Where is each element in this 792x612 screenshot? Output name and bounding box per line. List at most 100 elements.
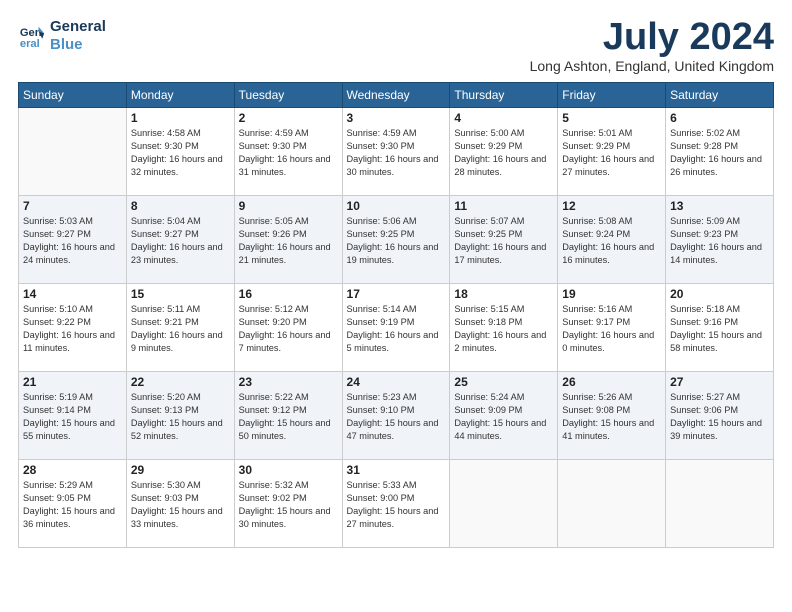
location: Long Ashton, England, United Kingdom xyxy=(530,58,774,74)
calendar-week-2: 7 Sunrise: 5:03 AMSunset: 9:27 PMDaylight… xyxy=(19,196,774,284)
calendar-cell: 17 Sunrise: 5:14 AMSunset: 9:19 PMDayligh… xyxy=(342,284,450,372)
calendar-cell: 2 Sunrise: 4:59 AMSunset: 9:30 PMDaylight… xyxy=(234,108,342,196)
calendar-cell xyxy=(666,460,774,548)
day-info: Sunrise: 5:05 AMSunset: 9:26 PMDaylight:… xyxy=(239,215,338,267)
calendar-cell: 20Sunrise: 5:18 AMSunset: 9:16 PMDayligh… xyxy=(666,284,774,372)
calendar-cell xyxy=(19,108,127,196)
calendar-week-5: 28 Sunrise: 5:29 AMSunset: 9:05 PMDayligh… xyxy=(19,460,774,548)
day-info: Sunrise: 5:16 AMSunset: 9:17 PMDaylight:… xyxy=(562,303,661,355)
day-info: Sunrise: 5:06 AMSunset: 9:25 PMDaylight:… xyxy=(347,215,446,267)
logo-text: General Blue xyxy=(50,18,106,54)
logo-icon: Gen eral xyxy=(18,22,46,50)
col-monday: Monday xyxy=(126,83,234,108)
day-info: Sunrise: 5:15 AMSunset: 9:18 PMDaylight:… xyxy=(454,303,553,355)
day-number: 28 xyxy=(23,463,122,477)
day-info: Sunrise: 5:10 AMSunset: 9:22 PMDaylight:… xyxy=(23,303,122,355)
day-info: Sunrise: 4:59 AMSunset: 9:30 PMDaylight:… xyxy=(347,127,446,179)
month-title: July 2024 xyxy=(530,18,774,56)
day-number: 14 xyxy=(23,287,122,301)
day-number: 10 xyxy=(347,199,446,213)
day-number: 17 xyxy=(347,287,446,301)
calendar-cell: 21 Sunrise: 5:19 AMSunset: 9:14 PMDayligh… xyxy=(19,372,127,460)
day-info: Sunrise: 5:07 AMSunset: 9:25 PMDaylight:… xyxy=(454,215,553,267)
day-info: Sunrise: 5:03 AMSunset: 9:27 PMDaylight:… xyxy=(23,215,122,267)
calendar-cell xyxy=(450,460,558,548)
day-number: 9 xyxy=(239,199,338,213)
day-info: Sunrise: 5:11 AMSunset: 9:21 PMDaylight:… xyxy=(131,303,230,355)
day-number: 22 xyxy=(131,375,230,389)
svg-text:Gen: Gen xyxy=(20,27,42,39)
calendar-week-3: 14 Sunrise: 5:10 AMSunset: 9:22 PMDayligh… xyxy=(19,284,774,372)
logo: Gen eral General Blue xyxy=(18,18,106,54)
calendar-page: Gen eral General Blue July 2024 Long Ash… xyxy=(0,0,792,558)
day-info: Sunrise: 5:00 AMSunset: 9:29 PMDaylight:… xyxy=(454,127,553,179)
day-info: Sunrise: 5:26 AMSunset: 9:08 PMDaylight:… xyxy=(562,391,661,443)
calendar-cell: 9 Sunrise: 5:05 AMSunset: 9:26 PMDaylight… xyxy=(234,196,342,284)
day-info: Sunrise: 5:22 AMSunset: 9:12 PMDaylight:… xyxy=(239,391,338,443)
svg-text:eral: eral xyxy=(20,38,40,50)
calendar-cell xyxy=(558,460,666,548)
col-tuesday: Tuesday xyxy=(234,83,342,108)
calendar-cell: 27 Sunrise: 5:27 AMSunset: 9:06 PMDayligh… xyxy=(666,372,774,460)
calendar-cell: 16 Sunrise: 5:12 AMSunset: 9:20 PMDayligh… xyxy=(234,284,342,372)
calendar-cell: 4 Sunrise: 5:00 AMSunset: 9:29 PMDaylight… xyxy=(450,108,558,196)
calendar-cell: 10 Sunrise: 5:06 AMSunset: 9:25 PMDayligh… xyxy=(342,196,450,284)
day-number: 26 xyxy=(562,375,661,389)
day-number: 13 xyxy=(670,199,769,213)
day-info: Sunrise: 5:02 AMSunset: 9:28 PMDaylight:… xyxy=(670,127,769,179)
day-number: 16 xyxy=(239,287,338,301)
calendar-cell: 1 Sunrise: 4:58 AMSunset: 9:30 PMDaylight… xyxy=(126,108,234,196)
day-number: 11 xyxy=(454,199,553,213)
day-info: Sunrise: 5:30 AMSunset: 9:03 PMDaylight:… xyxy=(131,479,230,531)
calendar-cell: 18 Sunrise: 5:15 AMSunset: 9:18 PMDayligh… xyxy=(450,284,558,372)
day-info: Sunrise: 4:58 AMSunset: 9:30 PMDaylight:… xyxy=(131,127,230,179)
header-row: Sunday Monday Tuesday Wednesday Thursday… xyxy=(19,83,774,108)
calendar-cell: 26 Sunrise: 5:26 AMSunset: 9:08 PMDayligh… xyxy=(558,372,666,460)
day-number: 6 xyxy=(670,111,769,125)
day-info: Sunrise: 5:14 AMSunset: 9:19 PMDaylight:… xyxy=(347,303,446,355)
calendar-cell: 11 Sunrise: 5:07 AMSunset: 9:25 PMDayligh… xyxy=(450,196,558,284)
calendar-cell: 23Sunrise: 5:22 AMSunset: 9:12 PMDayligh… xyxy=(234,372,342,460)
day-info: Sunrise: 5:24 AMSunset: 9:09 PMDaylight:… xyxy=(454,391,553,443)
day-number: 24 xyxy=(347,375,446,389)
day-number: 2 xyxy=(239,111,338,125)
day-number: 19 xyxy=(562,287,661,301)
day-number: 29 xyxy=(131,463,230,477)
calendar-cell: 7 Sunrise: 5:03 AMSunset: 9:27 PMDaylight… xyxy=(19,196,127,284)
day-number: 4 xyxy=(454,111,553,125)
calendar-cell: 19 Sunrise: 5:16 AMSunset: 9:17 PMDayligh… xyxy=(558,284,666,372)
calendar-cell: 31Sunrise: 5:33 AMSunset: 9:00 PMDayligh… xyxy=(342,460,450,548)
calendar-table: Sunday Monday Tuesday Wednesday Thursday… xyxy=(18,82,774,548)
col-saturday: Saturday xyxy=(666,83,774,108)
day-info: Sunrise: 5:12 AMSunset: 9:20 PMDaylight:… xyxy=(239,303,338,355)
day-number: 18 xyxy=(454,287,553,301)
day-info: Sunrise: 5:04 AMSunset: 9:27 PMDaylight:… xyxy=(131,215,230,267)
day-number: 1 xyxy=(131,111,230,125)
calendar-cell: 13Sunrise: 5:09 AMSunset: 9:23 PMDayligh… xyxy=(666,196,774,284)
day-number: 12 xyxy=(562,199,661,213)
calendar-cell: 24Sunrise: 5:23 AMSunset: 9:10 PMDayligh… xyxy=(342,372,450,460)
col-sunday: Sunday xyxy=(19,83,127,108)
calendar-cell: 25Sunrise: 5:24 AMSunset: 9:09 PMDayligh… xyxy=(450,372,558,460)
calendar-cell: 30 Sunrise: 5:32 AMSunset: 9:02 PMDayligh… xyxy=(234,460,342,548)
day-info: Sunrise: 5:20 AMSunset: 9:13 PMDaylight:… xyxy=(131,391,230,443)
calendar-cell: 15 Sunrise: 5:11 AMSunset: 9:21 PMDayligh… xyxy=(126,284,234,372)
calendar-cell: 8 Sunrise: 5:04 AMSunset: 9:27 PMDaylight… xyxy=(126,196,234,284)
col-friday: Friday xyxy=(558,83,666,108)
calendar-cell: 6 Sunrise: 5:02 AMSunset: 9:28 PMDaylight… xyxy=(666,108,774,196)
day-info: Sunrise: 5:01 AMSunset: 9:29 PMDaylight:… xyxy=(562,127,661,179)
day-info: Sunrise: 5:27 AMSunset: 9:06 PMDaylight:… xyxy=(670,391,769,443)
day-info: Sunrise: 5:19 AMSunset: 9:14 PMDaylight:… xyxy=(23,391,122,443)
day-number: 21 xyxy=(23,375,122,389)
day-number: 7 xyxy=(23,199,122,213)
day-info: Sunrise: 5:32 AMSunset: 9:02 PMDaylight:… xyxy=(239,479,338,531)
day-info: Sunrise: 5:29 AMSunset: 9:05 PMDaylight:… xyxy=(23,479,122,531)
day-number: 15 xyxy=(131,287,230,301)
day-number: 8 xyxy=(131,199,230,213)
title-area: July 2024 Long Ashton, England, United K… xyxy=(530,18,774,74)
day-number: 27 xyxy=(670,375,769,389)
calendar-cell: 5Sunrise: 5:01 AMSunset: 9:29 PMDaylight… xyxy=(558,108,666,196)
day-number: 30 xyxy=(239,463,338,477)
day-info: Sunrise: 4:59 AMSunset: 9:30 PMDaylight:… xyxy=(239,127,338,179)
calendar-cell: 29 Sunrise: 5:30 AMSunset: 9:03 PMDayligh… xyxy=(126,460,234,548)
